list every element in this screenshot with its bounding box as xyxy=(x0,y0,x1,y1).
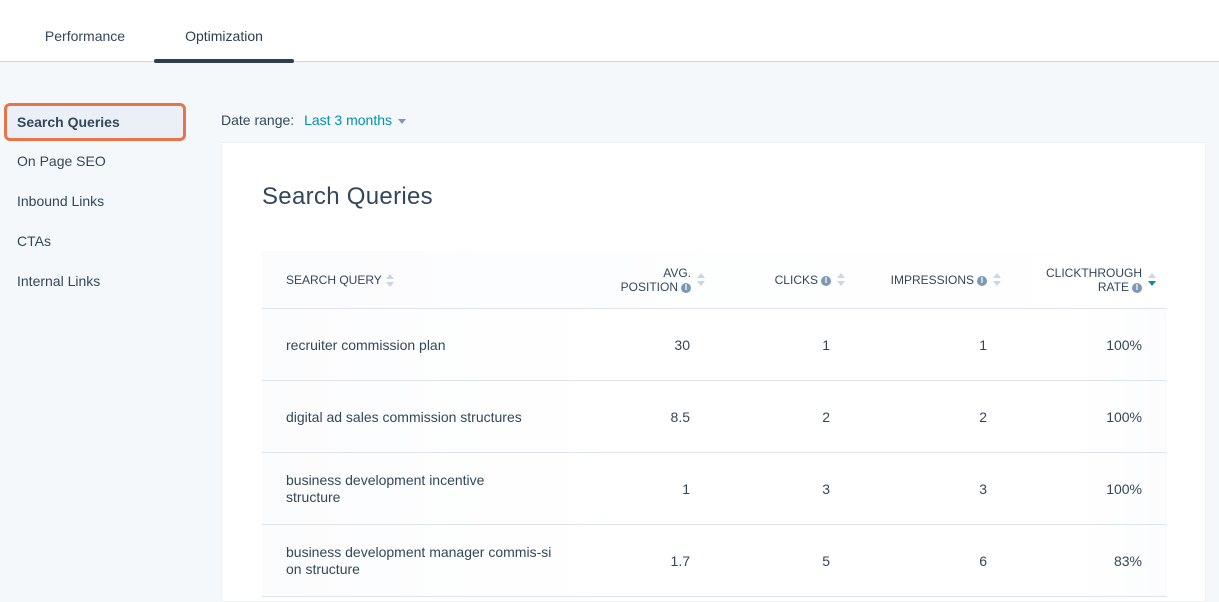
cell-clicks: 5 xyxy=(822,553,830,569)
tab-optimization[interactable]: Optimization xyxy=(154,0,294,62)
active-tab-indicator xyxy=(154,59,294,63)
cell-avg-position: 8.5 xyxy=(670,409,690,425)
sort-icon[interactable] xyxy=(385,273,394,288)
sort-icon[interactable] xyxy=(993,273,1001,287)
cell-clickthrough-rate: 100% xyxy=(1106,481,1142,497)
cell-clicks: 1 xyxy=(822,337,830,353)
sort-descending-icon[interactable] xyxy=(1148,273,1156,287)
table-row[interactable]: recruiter commission plan 30 1 1 100% xyxy=(262,309,1167,381)
info-icon[interactable]: i xyxy=(977,275,987,286)
column-label-line1: Clickthrough xyxy=(1045,266,1142,280)
cell-impressions: 1 xyxy=(979,337,987,353)
column-label-line2: Rate xyxy=(1097,280,1129,294)
cell-clicks: 3 xyxy=(822,481,830,497)
cell-search-query: recruiter commission plan xyxy=(286,336,446,353)
query-text: business development manager commis-sion… xyxy=(286,544,552,577)
column-header-avg-position[interactable]: Avg. Position i xyxy=(621,266,691,294)
cell-clicks: 2 xyxy=(822,409,830,425)
column-label-line2: Position xyxy=(620,280,678,294)
sidebar-item-internal-links[interactable]: Internal Links xyxy=(4,262,186,300)
column-label: Search Query xyxy=(286,273,382,287)
column-header-impressions[interactable]: Impressions i xyxy=(891,273,987,287)
sidebar-item-search-queries[interactable]: Search Queries xyxy=(4,103,186,141)
cell-avg-position: 1.7 xyxy=(670,553,690,569)
sort-icon[interactable] xyxy=(837,273,845,287)
cell-clickthrough-rate: 83% xyxy=(1113,553,1142,569)
cell-impressions: 6 xyxy=(979,553,987,569)
search-queries-card: Search Queries Search Query Avg. Positio… xyxy=(221,142,1206,602)
column-label: Impressions xyxy=(890,273,974,287)
date-range-value: Last 3 months xyxy=(304,112,392,128)
cell-avg-position: 1 xyxy=(682,481,690,497)
cell-search-query: business development manager commis-sion… xyxy=(286,525,566,597)
card-title: Search Queries xyxy=(262,183,433,210)
table-row[interactable]: digital ad sales commission structures 8… xyxy=(262,381,1167,453)
date-range-dropdown[interactable]: Last 3 months xyxy=(304,112,406,128)
cell-clickthrough-rate: 100% xyxy=(1106,409,1142,425)
info-icon[interactable]: i xyxy=(821,275,831,286)
sidebar-item-ctas[interactable]: CTAs xyxy=(4,222,186,260)
cell-search-query: digital ad sales commission structures xyxy=(286,408,522,425)
cell-avg-position: 30 xyxy=(674,337,690,353)
column-header-clickthrough-rate[interactable]: Clickthrough Rate i xyxy=(1046,266,1142,294)
cell-search-query: business development incentive structure xyxy=(286,472,485,505)
column-label: Clicks xyxy=(774,273,818,287)
search-queries-table: Search Query Avg. Position i Clicks i Impr… xyxy=(262,251,1167,597)
table-row[interactable]: business development incentive structure… xyxy=(262,453,1167,525)
top-tab-bar: Performance Optimization xyxy=(0,0,1219,63)
cell-clickthrough-rate: 100% xyxy=(1106,337,1142,353)
info-icon[interactable]: i xyxy=(1132,282,1142,293)
date-range-label: Date range: xyxy=(221,112,295,128)
info-icon[interactable]: i xyxy=(681,282,691,293)
column-header-clicks[interactable]: Clicks i xyxy=(775,273,831,287)
table-row[interactable]: business development manager commis-sion… xyxy=(262,525,1167,597)
chevron-down-icon xyxy=(398,118,406,124)
column-header-search-query[interactable]: Search Query xyxy=(286,273,394,288)
table-header: Search Query Avg. Position i Clicks i Impr… xyxy=(262,251,1167,309)
sort-icon[interactable] xyxy=(697,273,705,287)
cell-impressions: 3 xyxy=(979,481,987,497)
sidebar-item-on-page-seo[interactable]: On Page SEO xyxy=(4,142,186,180)
sidebar-item-inbound-links[interactable]: Inbound Links xyxy=(4,182,186,220)
column-label-line1: Avg. xyxy=(663,266,691,280)
cell-impressions: 2 xyxy=(979,409,987,425)
date-range-row: Date range: Last 3 months xyxy=(221,112,406,128)
tab-performance[interactable]: Performance xyxy=(20,0,150,62)
